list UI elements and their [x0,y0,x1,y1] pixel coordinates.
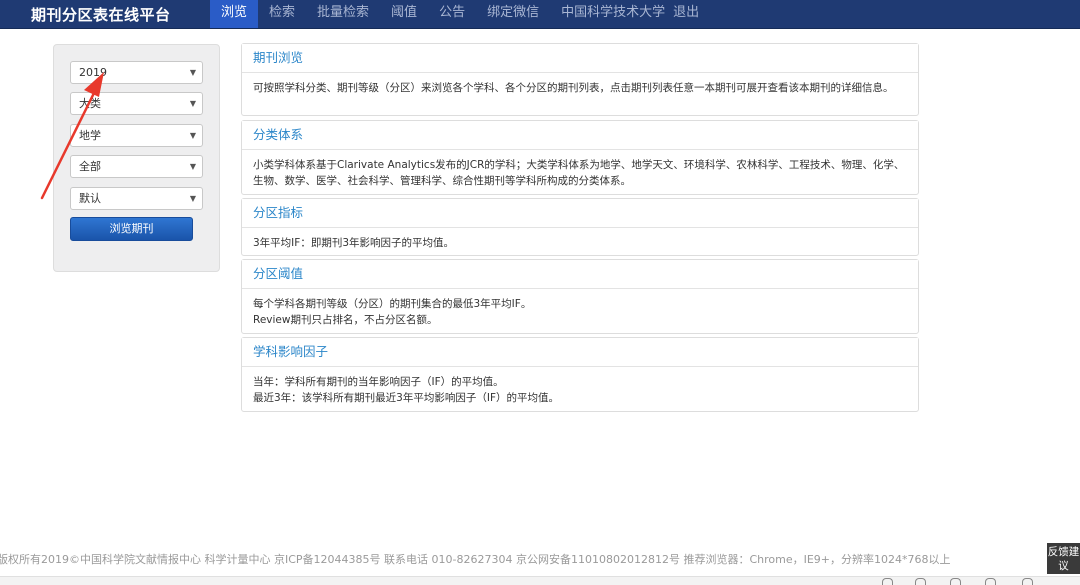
section-text: 可按照学科分类、期刊等级（分区）来浏览各个学科、各个分区的期刊列表，点击期刊列表… [253,82,894,94]
section-journal-browse: 期刊浏览 可按照学科分类、期刊等级（分区）来浏览各个学科、各个分区的期刊列表，点… [241,43,919,116]
section-body: 每个学科各期刊等级（分区）的期刊集合的最低3年平均IF。 Review期刊只占排… [242,289,918,328]
nav-search[interactable]: 检索 [258,0,306,28]
section-body: 可按照学科分类、期刊等级（分区）来浏览各个学科、各个分区的期刊列表，点击期刊列表… [242,73,918,96]
nav-batch-search[interactable]: 批量检索 [306,0,380,28]
browse-journals-button[interactable]: 浏览期刊 [70,217,193,241]
category-level-select[interactable]: 大类 ▼ [70,92,203,115]
filter-panel: 2019 ▼ 大类 ▼ 地学 ▼ 全部 ▼ 默认 ▼ 浏览期刊 [53,44,220,272]
institution-name: 中国科学技术大学 [561,5,666,20]
zone-select[interactable]: 全部 ▼ [70,155,203,178]
sort-select-value: 默认 [79,192,101,205]
section-subject-impact-factor: 学科影响因子 当年：学科所有期刊的当年影响因子（IF）的平均值。 最近3年：该学… [241,337,919,412]
section-text: 当年：学科所有期刊的当年影响因子（IF）的平均值。 [253,376,504,388]
sort-select[interactable]: 默认 ▼ [70,187,203,210]
section-text: 3年平均IF：即期刊3年影响因子的平均值。 [253,237,454,249]
chevron-down-icon: ▼ [189,131,196,140]
section-title: 学科影响因子 [242,338,918,367]
footer-copyright: 版权所有2019©中国科学院文献情报中心 科学计量中心 京ICP备1204438… [0,553,951,566]
category-level-select-value: 大类 [79,97,101,110]
section-zone-threshold: 分区阈值 每个学科各期刊等级（分区）的期刊集合的最低3年平均IF。 Review… [241,259,919,334]
nav-bind-wechat[interactable]: 绑定微信 [476,0,550,28]
section-title: 期刊浏览 [242,44,918,73]
logout-link[interactable]: 退出 [665,0,710,28]
section-text: Review期刊只占排名，不占分区名额。 [253,314,438,326]
section-text: 每个学科各期刊等级（分区）的期刊集合的最低3年平均IF。 [253,298,532,310]
chevron-down-icon: ▼ [189,68,196,77]
section-title: 分区阈值 [242,260,918,289]
chevron-down-icon: ▼ [189,99,196,108]
nav-threshold[interactable]: 阈值 [380,0,428,28]
section-text: 最近3年：该学科所有期刊最近3年平均影响因子（IF）的平均值。 [253,392,559,404]
section-body: 当年：学科所有期刊的当年影响因子（IF）的平均值。 最近3年：该学科所有期刊最近… [242,367,918,406]
main-nav: 浏览 检索 批量检索 阈值 公告 绑定微信 中国科学技术大学 退出 [210,0,710,28]
section-classification: 分类体系 小类学科体系基于Clarivate Analytics发布的JCR的学… [241,120,919,195]
subject-select-value: 地学 [79,129,101,142]
feedback-button[interactable]: 反馈建议 [1047,543,1080,574]
year-select[interactable]: 2019 ▼ [70,61,203,84]
section-text: 小类学科体系基于Clarivate Analytics发布的JCR的学科；大类学… [253,159,905,187]
zone-select-value: 全部 [79,160,101,173]
nav-announcement[interactable]: 公告 [428,0,476,28]
section-title: 分类体系 [242,121,918,150]
section-title: 分区指标 [242,199,918,228]
chevron-down-icon: ▼ [189,162,196,171]
subject-select[interactable]: 地学 ▼ [70,124,203,147]
chevron-down-icon: ▼ [189,194,196,203]
site-title[interactable]: 期刊分区表在线平台 [31,4,171,25]
section-body: 小类学科体系基于Clarivate Analytics发布的JCR的学科；大类学… [242,150,918,189]
section-body: 3年平均IF：即期刊3年影响因子的平均值。 [242,228,918,251]
nav-browse[interactable]: 浏览 [210,0,259,28]
section-zone-indicator: 分区指标 3年平均IF：即期刊3年影响因子的平均值。 [241,198,919,256]
year-select-value: 2019 [79,66,107,79]
top-navbar: 期刊分区表在线平台 浏览 检索 批量检索 阈值 公告 绑定微信 中国科学技术大学… [0,0,1080,29]
